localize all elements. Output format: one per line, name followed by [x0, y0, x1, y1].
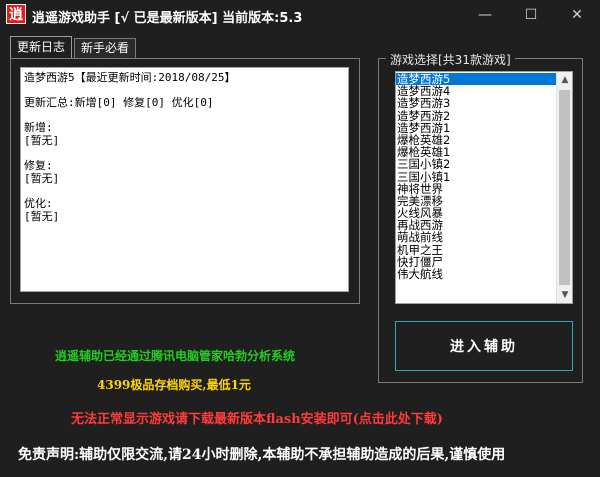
log-line: 优化: [24, 197, 53, 210]
game-list-item[interactable]: 造梦西游3 [396, 97, 556, 109]
minimize-icon: — [478, 7, 492, 23]
maximize-icon: ☐ [524, 7, 538, 23]
log-spacer [24, 185, 345, 197]
game-list-items: 造梦西游5 造梦西游4 造梦西游3 造梦西游2 造梦西游1 爆枪英雄2 爆枪英雄1 三国小镇2… [396, 73, 556, 280]
game-list-item[interactable]: 伟大航线 [396, 268, 556, 280]
game-list-scrollbar[interactable]: ▲ ▼ [556, 72, 572, 303]
game-select-title: 游戏选择[共31款游戏] [386, 51, 515, 68]
log-line: [暂无] [24, 172, 60, 185]
tab-update-log[interactable]: 更新日志 [10, 36, 73, 59]
title-bar: 逍 逍遥游戏助手 [√ 已是最新版本] 当前版本:5.3 — ☐ ✕ [0, 0, 600, 30]
maximize-button[interactable]: ☐ [508, 0, 554, 30]
log-line: [暂无] [24, 134, 60, 147]
game-list-item[interactable]: 造梦西游2 [396, 109, 556, 122]
verified-notice: 逍遥辅助已经通过腾讯电脑管家哈勃分析系统 [55, 349, 296, 363]
log-line: [暂无] [24, 210, 60, 223]
tab-beginner-guide[interactable]: 新手必看 [74, 38, 137, 58]
scroll-down-icon[interactable]: ▼ [557, 287, 572, 303]
app-logo-icon: 逍 [6, 4, 26, 24]
disclaimer-text: 免责声明:辅助仅限交流,请24小时删除,本辅助不承担辅助造成的后果,谨慎使用 [18, 447, 506, 463]
scrollbar-thumb[interactable] [559, 90, 570, 285]
log-line: 新增: [24, 121, 53, 134]
log-spacer [24, 109, 345, 121]
close-button[interactable]: ✕ [554, 0, 600, 30]
log-spacer [24, 147, 345, 159]
log-spacer [24, 84, 345, 96]
log-line: 造梦西游5【最近更新时间:2018/08/25】 [24, 71, 236, 84]
log-line: 更新汇总:新增[0] 修复[0] 优化[0] [24, 96, 214, 109]
close-icon: ✕ [571, 7, 583, 23]
store-notice[interactable]: 4399极品存档购买,最低1元 [97, 376, 251, 393]
game-list-item[interactable]: 机甲之王 [396, 244, 556, 256]
window-title: 逍遥游戏助手 [√ 已是最新版本] 当前版本:5.3 [32, 11, 303, 26]
scroll-up-icon[interactable]: ▲ [557, 72, 572, 88]
update-log-textbox[interactable]: 造梦西游5【最近更新时间:2018/08/25】 更新汇总:新增[0] 修复[0]… [20, 67, 349, 292]
log-line: 修复: [24, 159, 53, 172]
game-list-item[interactable]: 三国小镇2 [396, 158, 556, 170]
minimize-button[interactable]: — [462, 0, 508, 30]
game-list-item[interactable]: 三国小镇1 [396, 170, 556, 183]
enter-assist-button[interactable]: 进入辅助 [395, 321, 573, 371]
flash-download-link[interactable]: 无法正常显示游戏请下载最新版本flash安装即可(点击此处下载) [71, 408, 443, 427]
game-listbox[interactable]: 造梦西游5 造梦西游4 造梦西游3 造梦西游2 造梦西游1 爆枪英雄2 爆枪英雄1 三国小镇2… [395, 71, 573, 304]
game-list-item[interactable]: 萌战前线 [396, 231, 556, 243]
